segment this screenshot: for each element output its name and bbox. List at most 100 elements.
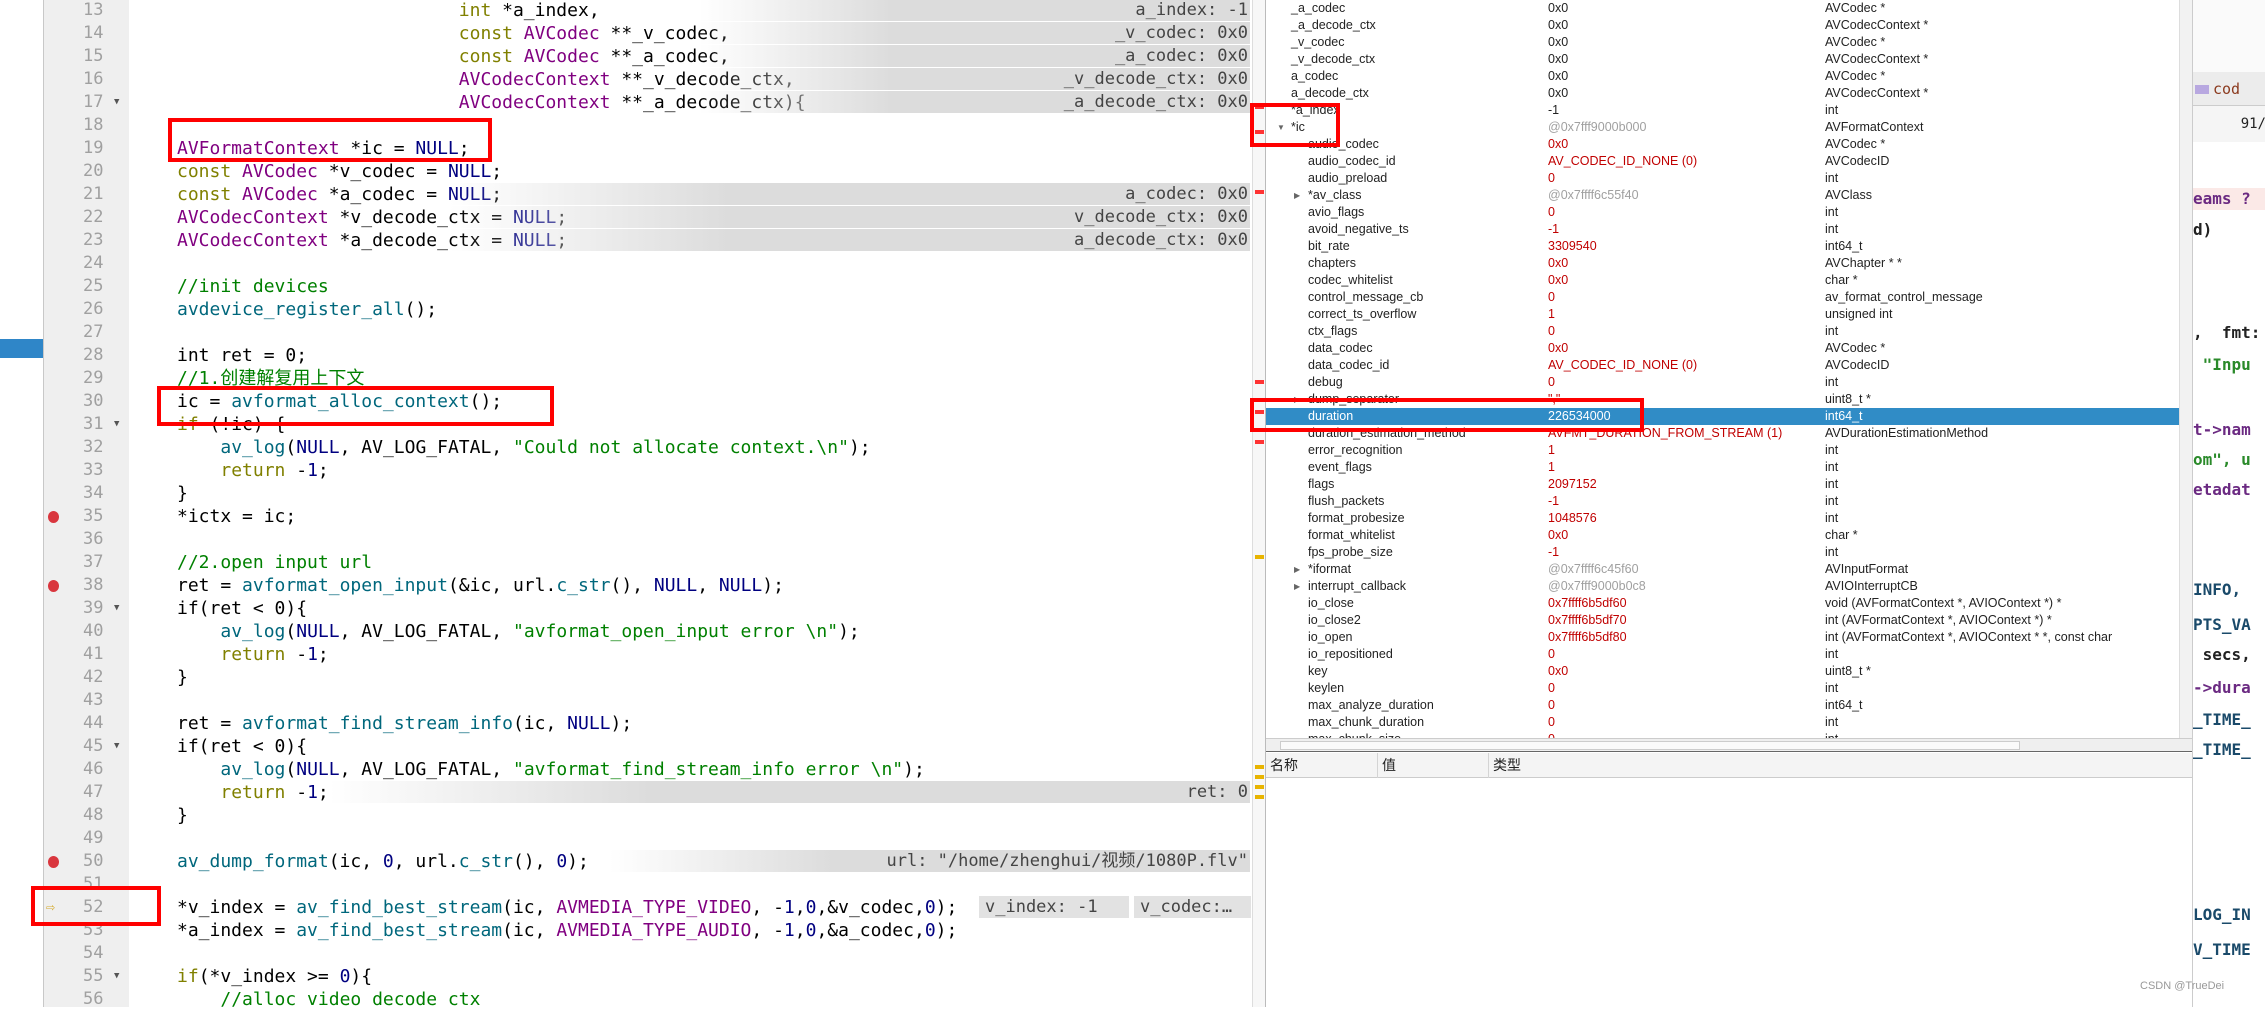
variable-value[interactable]: 0 bbox=[1548, 170, 1555, 187]
code-line[interactable]: if(ret < 0){ bbox=[177, 735, 307, 758]
line-number[interactable]: 49 bbox=[43, 827, 129, 850]
code-line[interactable]: av_dump_format(ic, 0, url.c_str(), 0); bbox=[177, 850, 589, 873]
line-number[interactable]: 27 bbox=[43, 321, 129, 344]
column-type-header[interactable]: 类型 bbox=[1489, 753, 1589, 778]
code-line[interactable]: _TIME_ bbox=[2193, 739, 2251, 761]
variable-row[interactable]: _a_codec 0x0 AVCodec * bbox=[1266, 0, 2179, 17]
code-line[interactable]: const AVCodec *v_codec = NULL; bbox=[177, 160, 502, 183]
code-line[interactable]: *a_index = av_find_best_stream(ic, AVMED… bbox=[177, 919, 957, 942]
variable-row[interactable]: io_repositioned 0 int bbox=[1266, 646, 2179, 663]
line-number[interactable]: 16 bbox=[43, 68, 129, 91]
variable-value[interactable]: 2097152 bbox=[1548, 476, 1597, 493]
variable-value[interactable]: AV_CODEC_ID_NONE (0) bbox=[1548, 153, 1697, 170]
variable-value[interactable]: 0 bbox=[1548, 646, 1555, 663]
code-line[interactable]: *ictx = ic; bbox=[177, 505, 296, 528]
ruler-marker[interactable] bbox=[1255, 440, 1264, 444]
expand-right-icon[interactable]: ▶ bbox=[1294, 561, 1300, 578]
line-number[interactable]: 18 bbox=[43, 114, 129, 137]
variable-row[interactable]: error_recognition 1 int bbox=[1266, 442, 2179, 459]
variable-value[interactable]: -1 bbox=[1548, 493, 1559, 510]
variable-value[interactable]: 0x7ffff6b5df60 bbox=[1548, 595, 1627, 612]
variable-row[interactable]: avoid_negative_ts -1 int bbox=[1266, 221, 2179, 238]
variable-row[interactable]: key 0x0 uint8_t * bbox=[1266, 663, 2179, 680]
line-number[interactable]: 19 bbox=[43, 137, 129, 160]
variable-row[interactable]: io_close2 0x7ffff6b5df70 int (AVFormatCont… bbox=[1266, 612, 2179, 629]
line-number[interactable]: 25 bbox=[43, 275, 129, 298]
line-number[interactable]: 45 ▼ bbox=[43, 735, 129, 758]
variable-value[interactable]: -1 bbox=[1548, 102, 1559, 119]
variable-row[interactable]: debug 0 int bbox=[1266, 374, 2179, 391]
variable-value[interactable]: 0 bbox=[1548, 680, 1555, 697]
variable-row[interactable]: *a_index -1 int bbox=[1266, 102, 2179, 119]
code-line[interactable]: av_log(NULL, AV_LOG_FATAL, "avformat_ope… bbox=[177, 620, 859, 643]
code-line[interactable]: //alloc video decode ctx bbox=[177, 988, 480, 1007]
line-number[interactable]: 48 bbox=[43, 804, 129, 827]
code-line[interactable]: if(*v_index >= 0){ bbox=[177, 965, 372, 988]
code-line[interactable]: _TIME_ bbox=[2193, 709, 2251, 731]
left-panel-selection[interactable] bbox=[0, 339, 43, 358]
variable-row[interactable]: a_decode_ctx 0x0 AVCodecContext * bbox=[1266, 85, 2179, 102]
ruler-marker[interactable] bbox=[1255, 775, 1264, 779]
variable-row[interactable]: ▶ interrupt_callback @0x7fff9000b0c8 AVIOIn… bbox=[1266, 578, 2179, 595]
variable-row[interactable]: keylen 0 int bbox=[1266, 680, 2179, 697]
line-number[interactable]: 24 bbox=[43, 252, 129, 275]
expand-right-icon[interactable]: ▶ bbox=[1294, 578, 1300, 595]
variable-value[interactable]: 0x0 bbox=[1548, 272, 1568, 289]
variable-value[interactable]: 1048576 bbox=[1548, 510, 1597, 527]
vertical-scrollbar[interactable] bbox=[2179, 0, 2192, 738]
line-number[interactable]: 41 bbox=[43, 643, 129, 666]
variable-row[interactable]: ▼ *ic @0x7fff9000b000 AVFormatContext bbox=[1266, 119, 2179, 136]
line-number[interactable]: 17 ▼ bbox=[43, 91, 129, 114]
code-line[interactable]: d) bbox=[2193, 219, 2212, 241]
code-line[interactable]: secs, bbox=[2193, 644, 2251, 666]
variable-row[interactable]: fps_probe_size -1 int bbox=[1266, 544, 2179, 561]
variable-row[interactable]: io_close 0x7ffff6b5df60 void (AVFormatCont… bbox=[1266, 595, 2179, 612]
variable-value[interactable]: 0 bbox=[1548, 323, 1555, 340]
line-number[interactable]: 29 bbox=[43, 367, 129, 390]
variable-value[interactable]: 0 bbox=[1548, 374, 1555, 391]
line-number[interactable]: 15 bbox=[43, 45, 129, 68]
variable-row[interactable]: data_codec_id AV_CODEC_ID_NONE (0) AVCodec… bbox=[1266, 357, 2179, 374]
variable-row[interactable]: bit_rate 3309540 int64_t bbox=[1266, 238, 2179, 255]
variable-row[interactable]: max_chunk_size 0 int bbox=[1266, 731, 2179, 738]
line-number[interactable]: 35 bbox=[43, 505, 129, 528]
line-number[interactable]: 31 ▼ bbox=[43, 413, 129, 436]
variable-row[interactable]: _v_decode_ctx 0x0 AVCodecContext * bbox=[1266, 51, 2179, 68]
column-value-header[interactable]: 值 bbox=[1378, 753, 1489, 778]
variable-row[interactable]: format_probesize 1048576 int bbox=[1266, 510, 2179, 527]
variable-row[interactable]: flags 2097152 int bbox=[1266, 476, 2179, 493]
line-number[interactable]: 50 bbox=[43, 850, 129, 873]
code-line[interactable]: t->nam bbox=[2193, 419, 2251, 441]
breakpoint-icon[interactable] bbox=[48, 580, 59, 592]
line-number[interactable]: 43 bbox=[43, 689, 129, 712]
line-number[interactable]: 42 bbox=[43, 666, 129, 689]
variable-value[interactable]: 3309540 bbox=[1548, 238, 1597, 255]
breakpoint-icon[interactable] bbox=[48, 856, 59, 868]
line-number[interactable]: 14 bbox=[43, 22, 129, 45]
line-number[interactable]: 34 bbox=[43, 482, 129, 505]
code-line[interactable]: ret = avformat_find_stream_info(ic, NULL… bbox=[177, 712, 632, 735]
code-line[interactable]: return -1; bbox=[177, 643, 328, 666]
variable-row[interactable]: ctx_flags 0 int bbox=[1266, 323, 2179, 340]
variable-row[interactable]: max_chunk_duration 0 int bbox=[1266, 714, 2179, 731]
line-number[interactable]: 28 bbox=[43, 344, 129, 367]
line-number[interactable]: 54 bbox=[43, 942, 129, 965]
code-line[interactable]: *v_index = av_find_best_stream(ic, AVMED… bbox=[177, 896, 957, 919]
ruler-marker[interactable] bbox=[1255, 190, 1264, 194]
variable-value[interactable]: @0x7ffff6c55f40 bbox=[1548, 187, 1639, 204]
code-line[interactable]: ->dura bbox=[2193, 677, 2251, 699]
variable-row[interactable]: _v_codec 0x0 AVCodec * bbox=[1266, 34, 2179, 51]
code-line[interactable]: } bbox=[177, 804, 188, 827]
ruler-marker[interactable] bbox=[1255, 795, 1264, 799]
variable-value[interactable]: 0x0 bbox=[1548, 34, 1568, 51]
variable-row[interactable]: avio_flags 0 int bbox=[1266, 204, 2179, 221]
variable-row[interactable]: flush_packets -1 int bbox=[1266, 493, 2179, 510]
code-line[interactable]: } bbox=[177, 482, 188, 505]
variable-value[interactable]: 0x7ffff6b5df70 bbox=[1548, 612, 1627, 629]
code-line[interactable]: int *a_index, bbox=[177, 0, 600, 22]
variable-row[interactable]: _a_decode_ctx 0x0 AVCodecContext * bbox=[1266, 17, 2179, 34]
column-name-header[interactable]: 名称 bbox=[1266, 753, 1378, 778]
line-number[interactable]: 20 bbox=[43, 160, 129, 183]
code-line[interactable]: ret = avformat_open_input(&ic, url.c_str… bbox=[177, 574, 784, 597]
variable-row[interactable]: format_whitelist 0x0 char * bbox=[1266, 527, 2179, 544]
